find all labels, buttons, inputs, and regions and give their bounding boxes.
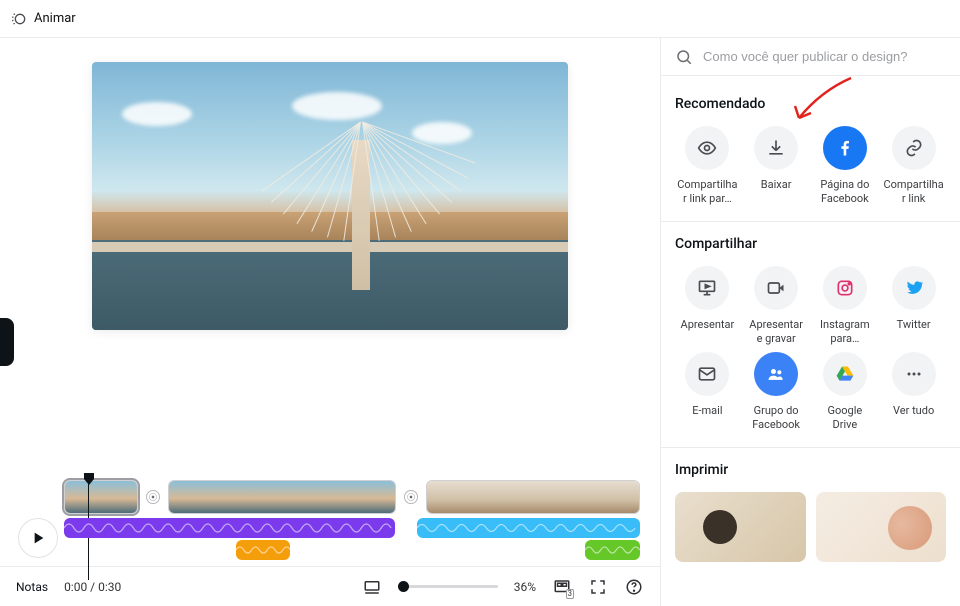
section-share-title: Compartilhar — [675, 236, 946, 252]
share-option-email[interactable]: E-mail — [675, 352, 740, 433]
present-icon — [697, 278, 717, 298]
video-preview[interactable] — [92, 62, 568, 330]
animate-button[interactable]: Animar — [12, 11, 76, 27]
clip-2[interactable] — [168, 480, 397, 514]
playhead-marker-icon[interactable] — [83, 470, 95, 482]
share-option-twitter[interactable]: Twitter — [881, 266, 946, 347]
play-icon — [30, 530, 46, 546]
motion-icon — [12, 11, 28, 27]
audio-row-2 — [64, 540, 640, 560]
share-panel: Recomendado Compartilhar link par… Baixa… — [660, 38, 960, 606]
grid-view-button[interactable]: 3 — [552, 577, 572, 597]
share-option-see-all[interactable]: Ver tudo — [881, 352, 946, 433]
clip-3[interactable] — [426, 480, 640, 514]
share-option-view-link[interactable]: Compartilhar link par… — [675, 126, 740, 207]
help-button[interactable] — [624, 577, 644, 597]
audio-clip-orange[interactable] — [236, 540, 291, 560]
zoom-slider[interactable] — [398, 585, 498, 588]
share-option-facebook-page[interactable]: Página do Facebook — [813, 126, 878, 207]
clip-1[interactable] — [64, 480, 138, 514]
fb-group-icon — [766, 364, 786, 384]
transition-marker-2[interactable]: ⦿ — [404, 490, 417, 504]
timeline[interactable]: ⦿ ⦿ — [0, 466, 660, 566]
share-search — [661, 38, 960, 76]
zoom-slider-handle[interactable] — [398, 581, 409, 592]
app-root: Animar — [0, 0, 960, 606]
share-search-input[interactable] — [703, 49, 946, 64]
print-row — [675, 492, 946, 562]
share-option-share-link[interactable]: Compartilhar link — [881, 126, 946, 207]
share-grid: Apresentar Apresentar e gravar Instagram… — [675, 266, 946, 433]
help-icon — [625, 578, 643, 596]
twitter-icon — [904, 278, 924, 298]
main-area: ⦿ ⦿ — [0, 38, 960, 606]
share-option-download[interactable]: Baixar — [744, 126, 809, 207]
slide-view-icon — [363, 578, 381, 596]
play-button[interactable] — [18, 518, 58, 558]
more-icon — [904, 364, 924, 384]
fullscreen-icon — [589, 578, 607, 596]
share-option-present[interactable]: Apresentar — [675, 266, 740, 347]
share-panel-body: Recomendado Compartilhar link par… Baixa… — [661, 76, 960, 606]
page-count-badge: 3 — [566, 589, 575, 599]
view-mode-button[interactable] — [362, 577, 382, 597]
share-option-instagram[interactable]: Instagram para… — [813, 266, 878, 347]
instagram-icon — [835, 278, 855, 298]
section-recommended-title: Recomendado — [675, 96, 946, 112]
print-option-1[interactable] — [675, 492, 806, 562]
audio-clip-purple[interactable] — [64, 518, 395, 538]
record-icon — [766, 278, 786, 298]
audio-clip-cyan[interactable] — [417, 518, 640, 538]
share-option-gdrive[interactable]: Google Drive — [813, 352, 878, 433]
eye-icon — [697, 138, 717, 158]
zoom-value: 36% — [514, 580, 536, 594]
share-option-present-record[interactable]: Apresentar e gravar — [744, 266, 809, 347]
divider-2 — [661, 447, 960, 448]
link-icon — [904, 138, 924, 158]
transition-marker-1[interactable]: ⦿ — [146, 490, 159, 504]
print-option-2[interactable] — [816, 492, 947, 562]
gdrive-icon — [835, 364, 855, 384]
editor-column: ⦿ ⦿ — [0, 38, 660, 606]
clip-row-1: ⦿ ⦿ — [64, 480, 640, 514]
divider-1 — [661, 221, 960, 222]
facebook-icon — [835, 138, 855, 158]
notes-button[interactable]: Notas — [16, 580, 48, 594]
canvas-area — [0, 38, 660, 466]
bottom-bar: Notas 0:00 / 0:30 36% 3 — [0, 566, 660, 606]
section-print-title: Imprimir — [675, 462, 946, 478]
audio-clip-green[interactable] — [585, 540, 640, 560]
animate-label: Animar — [34, 11, 76, 26]
search-icon — [675, 48, 693, 66]
audio-row-1 — [64, 518, 640, 538]
left-edge-expand[interactable] — [0, 318, 14, 366]
share-option-fb-group[interactable]: Grupo do Facebook — [744, 352, 809, 433]
fullscreen-button[interactable] — [588, 577, 608, 597]
time-display: 0:00 / 0:30 — [64, 580, 121, 594]
recommended-grid: Compartilhar link par… Baixar Página do … — [675, 126, 946, 207]
email-icon — [697, 364, 717, 384]
download-icon — [766, 138, 786, 158]
top-toolbar: Animar — [0, 0, 960, 38]
